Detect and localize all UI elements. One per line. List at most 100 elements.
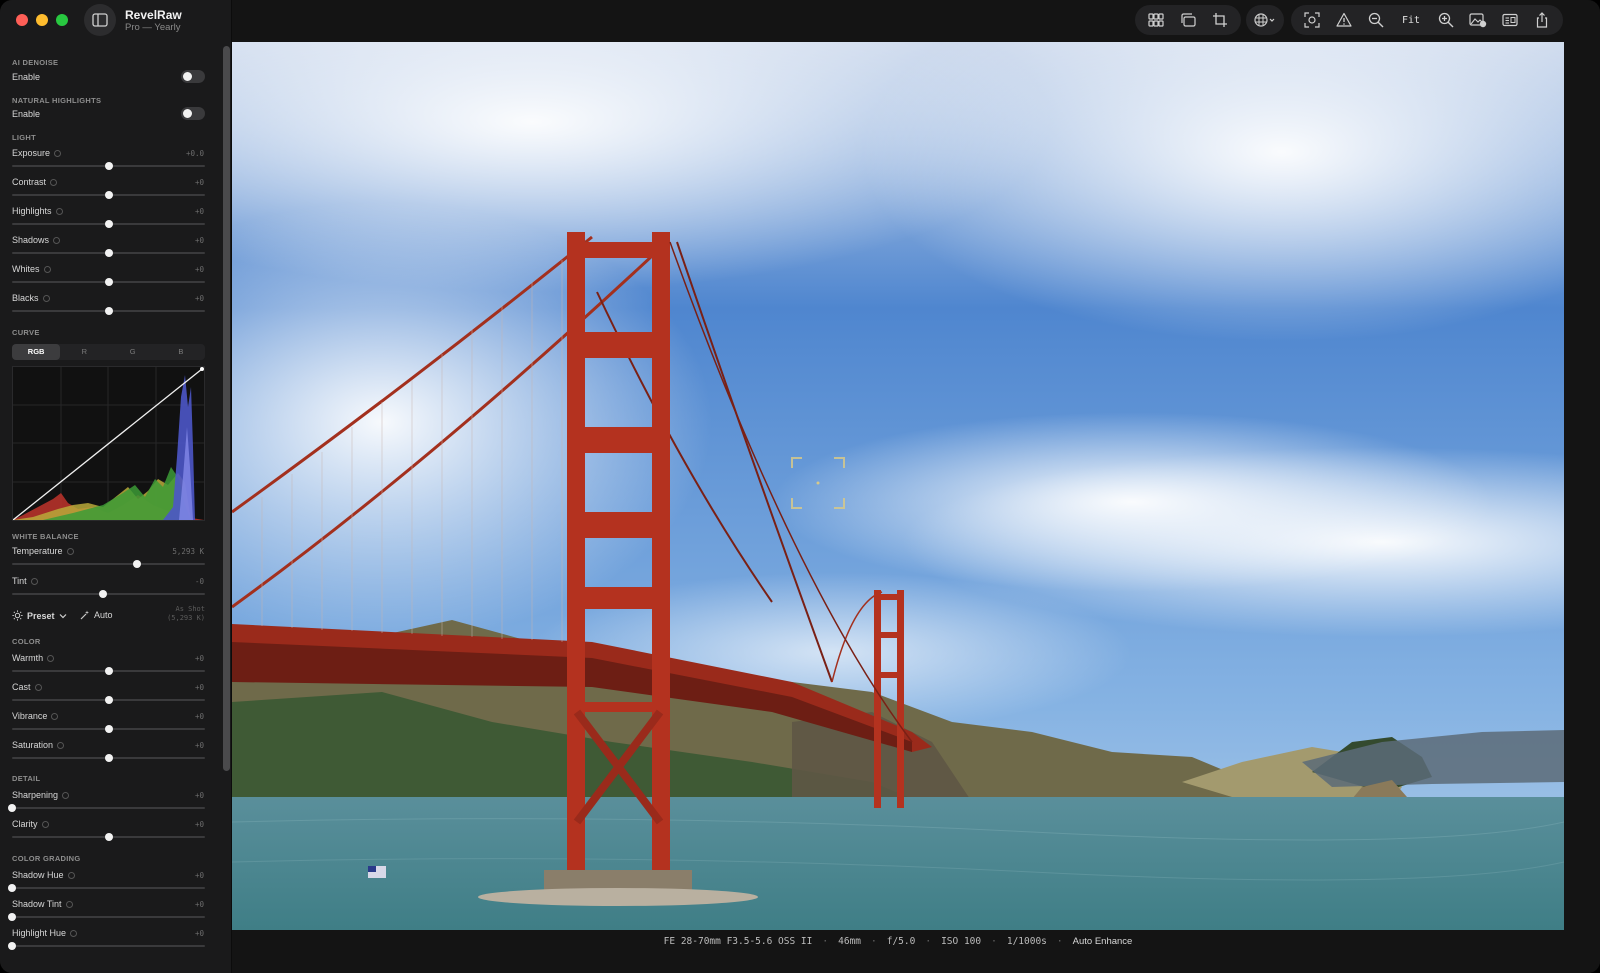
overlay-menu-icon (1254, 13, 1275, 27)
slider-thumb[interactable] (104, 191, 113, 199)
info-icon[interactable] (55, 208, 63, 216)
slider-track[interactable] (12, 590, 205, 598)
slider-track[interactable] (12, 560, 205, 568)
focus-button[interactable] (1297, 6, 1327, 34)
slider-thumb[interactable] (104, 278, 113, 286)
slider-thumb[interactable] (8, 804, 16, 812)
info-icon[interactable] (43, 266, 51, 274)
slider-label: Shadow Tint (12, 899, 73, 909)
slider-label-text: Clarity (12, 819, 38, 829)
slider-thumb[interactable] (8, 942, 16, 950)
slider-thumb[interactable] (104, 162, 113, 170)
info-card-button[interactable] (1495, 6, 1525, 34)
compare-icon (1181, 13, 1196, 27)
crop-button[interactable] (1205, 6, 1235, 34)
sidebar-toggle-button[interactable] (84, 4, 116, 36)
separator-dot: · (871, 935, 877, 947)
curve-endpoint (200, 367, 204, 371)
slider-label-text: Shadows (12, 235, 50, 245)
zoom-out-button[interactable] (1361, 6, 1391, 34)
slider-thumb[interactable] (104, 725, 113, 733)
slider-track[interactable] (12, 307, 205, 315)
auto-enhance-status: Auto Enhance (1072, 935, 1133, 947)
slider-label: Contrast (12, 177, 58, 187)
slider-thumb[interactable] (104, 249, 113, 257)
slider-label: Vibrance (12, 711, 59, 721)
grid-view-button[interactable] (1141, 6, 1171, 34)
info-icon[interactable] (42, 295, 50, 303)
slider-track[interactable] (12, 833, 205, 841)
info-icon[interactable] (57, 742, 65, 750)
natural-highlights-toggle[interactable] (181, 107, 205, 120)
sidebar-scrollbar[interactable] (223, 46, 230, 771)
slider-track[interactable] (12, 249, 205, 257)
slider-thumb[interactable] (104, 696, 113, 704)
slider-track[interactable] (8, 913, 205, 921)
slider-track[interactable] (12, 696, 205, 704)
zoom-fit-button[interactable]: Fit (1393, 6, 1429, 34)
slider-track[interactable] (8, 804, 205, 812)
info-icon[interactable] (67, 872, 75, 880)
slider-thumb[interactable] (104, 307, 113, 315)
slider-track[interactable] (8, 942, 205, 950)
slider-thumb[interactable] (104, 833, 113, 841)
curve-tab-r[interactable]: R (60, 344, 108, 360)
curve-tab-b[interactable]: B (157, 344, 205, 360)
slider-track[interactable] (12, 754, 205, 762)
top-toolbar: Fit (232, 0, 1600, 42)
slider-track[interactable] (12, 667, 205, 675)
info-icon[interactable] (54, 150, 62, 158)
minimize-window-button[interactable] (36, 14, 48, 26)
tone-curve-editor[interactable] (12, 366, 205, 521)
photo-viewer[interactable] (232, 42, 1564, 930)
slider-track[interactable] (8, 884, 205, 892)
slider-thumb[interactable] (104, 667, 113, 675)
curve-tab-g[interactable]: G (109, 344, 157, 360)
wb-preset-menu[interactable]: Preset (12, 610, 67, 621)
info-icon[interactable] (62, 792, 70, 800)
slider-label-text: Shadow Hue (12, 870, 64, 880)
slider-track[interactable] (12, 278, 205, 286)
wb-auto-button[interactable]: Auto (80, 610, 113, 620)
toggle-knob (183, 109, 192, 118)
info-icon[interactable] (50, 179, 58, 187)
compare-button[interactable] (1173, 6, 1203, 34)
slider-thumb[interactable] (104, 754, 113, 762)
info-icon[interactable] (51, 713, 59, 721)
slider-label: Shadows (12, 235, 61, 245)
slider-track[interactable] (12, 220, 205, 228)
slider-thumb[interactable] (8, 884, 16, 892)
close-window-button[interactable] (16, 14, 28, 26)
curve-tab-rgb[interactable]: RGB (12, 344, 61, 360)
zoom-out-icon (1368, 12, 1384, 28)
wb-as-shot: As Shot (5,293 K) (167, 605, 205, 623)
info-icon[interactable] (47, 655, 55, 663)
clipping-warning-button[interactable] (1329, 6, 1359, 34)
slider-label: Temperature (12, 546, 74, 556)
info-icon[interactable] (66, 548, 74, 556)
slider-track[interactable] (12, 725, 205, 733)
info-icon[interactable] (70, 930, 78, 938)
info-icon[interactable] (53, 237, 61, 245)
ai-denoise-toggle[interactable] (181, 70, 205, 83)
zoom-in-button[interactable] (1431, 6, 1461, 34)
photo-badge-button[interactable] (1463, 6, 1493, 34)
zoom-window-button[interactable] (56, 14, 68, 26)
info-icon[interactable] (41, 821, 49, 829)
info-icon[interactable] (65, 901, 73, 909)
slider-track[interactable] (12, 191, 205, 199)
slider-thumb[interactable] (104, 220, 113, 228)
slider-value: +0 (194, 929, 204, 938)
slider-thumb[interactable] (8, 913, 16, 921)
overlay-menu-button[interactable] (1250, 6, 1280, 34)
slider-thumb[interactable] (98, 590, 107, 598)
info-icon[interactable] (34, 684, 42, 692)
as-shot-label: As Shot (175, 605, 205, 613)
slider-track[interactable] (12, 162, 205, 170)
slider-thumb[interactable] (133, 560, 142, 568)
info-icon[interactable] (30, 578, 38, 586)
subscription-plan: Pro — Yearly (125, 22, 181, 33)
share-button[interactable] (1527, 6, 1557, 34)
info-card-icon (1502, 13, 1518, 27)
grid-icon (1148, 13, 1164, 27)
